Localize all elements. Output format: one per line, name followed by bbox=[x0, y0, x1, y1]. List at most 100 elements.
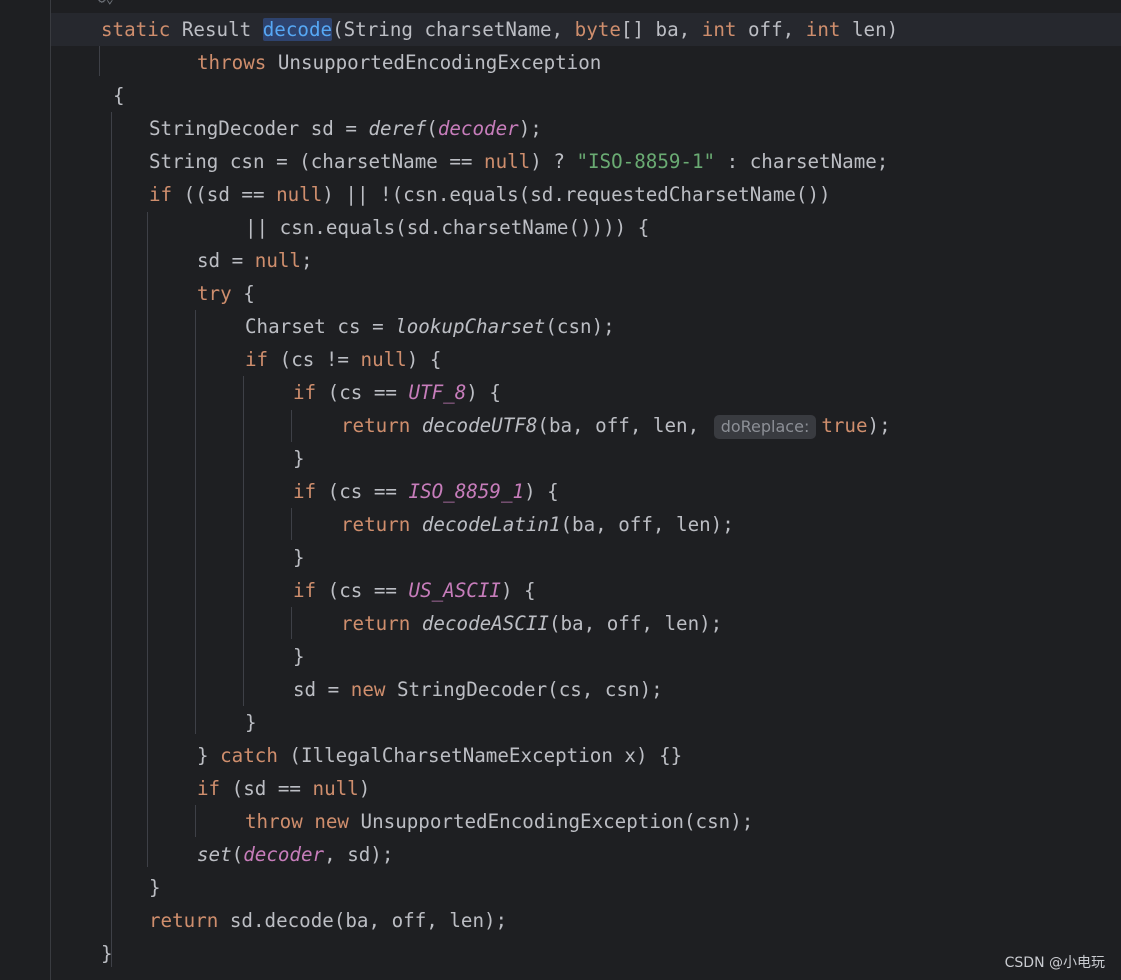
code-line[interactable]: throw new UnsupportedEncodingException(c… bbox=[51, 805, 1121, 838]
code-line[interactable]: StringDecoder sd = deref(decoder); bbox=[51, 112, 1121, 145]
code-token: (IllegalCharsetNameException x) {} bbox=[277, 744, 683, 767]
keyword: true bbox=[821, 414, 868, 437]
keyword: if bbox=[293, 579, 317, 602]
code-token: } bbox=[293, 645, 305, 668]
keyword: static bbox=[101, 18, 171, 41]
keyword: if bbox=[293, 480, 317, 503]
method-call: set bbox=[197, 843, 232, 866]
code-token: } bbox=[149, 876, 161, 899]
keyword: if bbox=[293, 381, 317, 404]
code-token: ( bbox=[426, 117, 438, 140]
code-line[interactable]: } bbox=[51, 640, 1121, 673]
code-line[interactable]: return decodeLatin1(ba, off, len); bbox=[51, 508, 1121, 541]
code-token: } bbox=[293, 447, 305, 470]
code-line[interactable]: throws UnsupportedEncodingException bbox=[51, 46, 1121, 79]
code-line[interactable]: sd = new StringDecoder(cs, csn); bbox=[51, 673, 1121, 706]
code-token: : charsetName; bbox=[715, 150, 889, 173]
keyword: throws bbox=[197, 51, 267, 74]
watermark: CSDN @小电玩 bbox=[1004, 955, 1105, 971]
code-token: (cs == bbox=[316, 381, 409, 404]
code-line[interactable]: if ((sd == null) || !(csn.equals(sd.requ… bbox=[51, 178, 1121, 211]
code-token: (cs != bbox=[268, 348, 361, 371]
code-token: ); bbox=[867, 414, 891, 437]
code-line[interactable]: if (cs == US_ASCII) { bbox=[51, 574, 1121, 607]
code-token: (csn); bbox=[545, 315, 615, 338]
keyword: return bbox=[341, 414, 411, 437]
field-ref: US_ASCII bbox=[408, 579, 501, 602]
code-token: { bbox=[231, 282, 255, 305]
code-line[interactable]: } catch (IllegalCharsetNameException x) … bbox=[51, 739, 1121, 772]
code-token: ) { bbox=[406, 348, 442, 371]
code-token: Charset cs = bbox=[245, 315, 396, 338]
code-token: ); bbox=[518, 117, 542, 140]
code-line[interactable]: return decodeUTF8(ba, off, len, doReplac… bbox=[51, 409, 1121, 442]
code-token: || csn.equals(sd.charsetName()))) { bbox=[245, 216, 650, 239]
keyword: byte bbox=[574, 18, 621, 41]
code-token: UnsupportedEncodingException(csn); bbox=[348, 810, 754, 833]
keyword: null bbox=[484, 150, 531, 173]
code-line[interactable]: || csn.equals(sd.charsetName()))) { bbox=[51, 211, 1121, 244]
code-token: off, bbox=[747, 18, 795, 41]
code-token: ; bbox=[300, 249, 313, 272]
keyword: return bbox=[341, 612, 411, 635]
line-number-gutter[interactable] bbox=[0, 0, 51, 980]
method-call: decodeUTF8 bbox=[421, 414, 538, 437]
code-line[interactable]: return sd.decode(ba, off, len); bbox=[51, 904, 1121, 937]
code-token: { bbox=[113, 84, 125, 107]
code-line[interactable]: } bbox=[51, 541, 1121, 574]
code-line[interactable]: static Result decode(String charsetName,… bbox=[51, 13, 1121, 46]
code-token: } bbox=[293, 546, 305, 569]
code-token: ) { bbox=[466, 381, 501, 404]
code-token: StringDecoder(cs, csn); bbox=[385, 678, 663, 701]
code-line[interactable]: { bbox=[51, 79, 1121, 112]
method-call: decodeASCII bbox=[421, 612, 549, 635]
code-token: (cs == bbox=[316, 579, 409, 602]
keyword: return bbox=[341, 513, 411, 536]
code-line[interactable]: return decodeASCII(ba, off, len); bbox=[51, 607, 1121, 640]
keyword: new bbox=[314, 810, 349, 833]
code-token: (sd == bbox=[220, 777, 313, 800]
code-editor[interactable]: static Result decode(String charsetName,… bbox=[51, 0, 1121, 980]
code-token: ) || !(csn.equals(sd.requestedCharsetNam… bbox=[322, 183, 831, 206]
code-token: len) bbox=[851, 18, 899, 41]
method-name-highlight[interactable]: decode bbox=[262, 18, 333, 41]
code-line[interactable]: if (cs == ISO_8859_1) { bbox=[51, 475, 1121, 508]
code-token: sd.decode(ba, off, len); bbox=[218, 909, 508, 932]
keyword: if bbox=[149, 183, 173, 206]
code-line[interactable]: if (sd == null) bbox=[51, 772, 1121, 805]
code-token: } bbox=[101, 942, 113, 965]
code-token: StringDecoder sd = bbox=[149, 117, 369, 140]
code-token: ) { bbox=[524, 480, 559, 503]
code-token: ((sd == bbox=[172, 183, 277, 206]
code-line[interactable]: if (cs != null) { bbox=[51, 343, 1121, 376]
code-token: ( bbox=[231, 843, 244, 866]
string-literal: "ISO-8859-1" bbox=[576, 150, 716, 173]
code-line[interactable]: Charset cs = lookupCharset(csn); bbox=[51, 310, 1121, 343]
method-call: decodeLatin1 bbox=[421, 513, 561, 536]
code-line[interactable]: } bbox=[51, 871, 1121, 904]
keyword: null bbox=[254, 249, 301, 272]
code-line[interactable]: String csn = (charsetName == null) ? "IS… bbox=[51, 145, 1121, 178]
code-line[interactable]: if (cs == UTF_8) { bbox=[51, 376, 1121, 409]
field-ref: decoder bbox=[437, 117, 519, 140]
code-line[interactable]: } bbox=[51, 442, 1121, 475]
keyword: try bbox=[197, 282, 232, 305]
code-line[interactable]: sd = null; bbox=[51, 244, 1121, 277]
keyword: null bbox=[276, 183, 323, 206]
code-token: , sd); bbox=[324, 843, 394, 866]
keyword: if bbox=[245, 348, 269, 371]
keyword: null bbox=[360, 348, 407, 371]
code-line[interactable]: try { bbox=[51, 277, 1121, 310]
code-token: (cs == bbox=[316, 480, 409, 503]
keyword: int bbox=[701, 18, 737, 41]
code-token: UnsupportedEncodingException bbox=[277, 51, 602, 74]
code-token: (String charsetName, bbox=[332, 18, 564, 41]
code-token: sd = bbox=[293, 678, 351, 701]
code-line[interactable]: } bbox=[51, 706, 1121, 739]
code-line[interactable]: set(decoder, sd); bbox=[51, 838, 1121, 871]
code-line[interactable]: } bbox=[51, 937, 1121, 970]
code-token: sd = bbox=[197, 249, 255, 272]
